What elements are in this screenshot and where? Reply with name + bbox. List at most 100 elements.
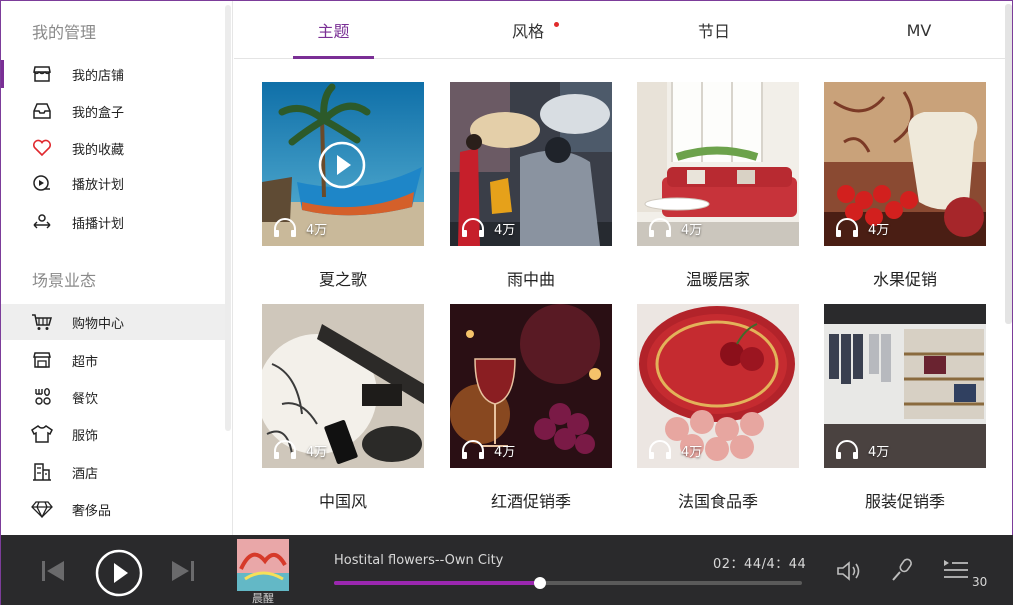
card-thumbnail: 4万 xyxy=(450,82,612,246)
sidebar-item-label: 我的店铺 xyxy=(72,68,125,84)
tab-theme[interactable]: 主题 xyxy=(293,1,374,59)
headphones-icon xyxy=(274,218,296,237)
sidebar-item-label: 我的盒子 xyxy=(72,105,125,121)
card-thumbnail: 4万 xyxy=(824,304,986,468)
sidebar-item-label: 餐饮 xyxy=(72,391,99,407)
tab-holiday[interactable]: 节日 xyxy=(674,1,754,59)
headphones-icon xyxy=(462,218,484,237)
playlist-card[interactable]: 4万 夏之歌 xyxy=(262,82,424,289)
sidebar-item-favorites[interactable]: 我的收藏 xyxy=(1,130,231,166)
album-label: 晨醒 xyxy=(252,592,274,605)
card-thumbnail: 4万 xyxy=(450,304,612,468)
card-title: 服装促销季 xyxy=(864,492,945,511)
cutlery-icon xyxy=(31,387,53,407)
headphones-icon xyxy=(649,218,671,237)
inbox-icon xyxy=(31,101,53,121)
listen-count: 4万 xyxy=(460,440,515,460)
sidebar-item-label: 我的收藏 xyxy=(72,142,125,158)
progress-fill xyxy=(334,581,540,585)
supermarket-icon xyxy=(31,350,53,370)
play-button[interactable] xyxy=(95,549,143,597)
sidebar-item-apparel[interactable]: 服饰 xyxy=(1,416,231,452)
notification-dot xyxy=(554,22,559,27)
sidebar-item-label: 超市 xyxy=(72,354,99,370)
playlist-card[interactable]: 4万 服装促销季 xyxy=(824,304,986,511)
play-schedule-icon xyxy=(31,173,53,193)
cart-icon xyxy=(31,312,53,332)
sidebar-item-label: 酒店 xyxy=(72,466,99,482)
store-icon xyxy=(31,64,53,84)
tab-mv[interactable]: MV xyxy=(879,1,959,59)
player-bar: 晨醒 Hostital flowers--Own City 02：44/4：44… xyxy=(1,535,1013,605)
playlist-card[interactable]: 4万 雨中曲 xyxy=(450,82,612,289)
tab-style[interactable]: 风格 xyxy=(488,1,568,59)
microphone-button[interactable] xyxy=(887,555,917,585)
diamond-icon xyxy=(31,499,53,519)
card-title: 温暖居家 xyxy=(685,270,750,289)
sidebar-scrollbar[interactable] xyxy=(225,5,231,431)
playback-time: 02：44/4：44 xyxy=(713,557,807,572)
sidebar-item-my-store[interactable]: 我的店铺 xyxy=(1,56,231,92)
album-art[interactable] xyxy=(237,539,289,591)
playlist-card[interactable]: 4万 温暖居家 xyxy=(637,82,799,289)
card-title: 中国风 xyxy=(318,492,367,511)
sidebar-item-luxury[interactable]: 奢侈品 xyxy=(1,491,231,527)
headphones-icon xyxy=(649,440,671,459)
listen-count: 4万 xyxy=(272,218,327,238)
song-title: Hostital flowers--Own City xyxy=(334,553,504,568)
card-thumbnail: 4万 xyxy=(262,82,424,246)
sidebar-item-label: 播放计划 xyxy=(72,177,125,193)
listen-count: 4万 xyxy=(834,218,889,238)
sidebar-item-play-schedule[interactable]: 播放计划 xyxy=(1,165,231,201)
listen-count: 4万 xyxy=(834,440,889,460)
sidebar-item-supermarket[interactable]: 超市 xyxy=(1,342,231,378)
headphones-icon xyxy=(274,440,296,459)
sidebar-item-interstitial-schedule[interactable]: 插播计划 xyxy=(1,204,231,240)
next-button[interactable] xyxy=(169,557,197,585)
listen-count: 4万 xyxy=(647,218,702,238)
interstitial-icon xyxy=(31,212,53,232)
sidebar-item-label: 服饰 xyxy=(72,428,99,444)
volume-button[interactable] xyxy=(834,557,864,585)
listen-count: 4万 xyxy=(647,440,702,460)
sidebar-item-dining[interactable]: 餐饮 xyxy=(1,379,231,415)
previous-button[interactable] xyxy=(39,557,67,585)
card-title: 夏之歌 xyxy=(318,270,367,289)
listen-count: 4万 xyxy=(460,218,515,238)
shirt-icon xyxy=(31,424,53,444)
playlist-card[interactable]: 4万 水果促销 xyxy=(824,82,986,289)
sidebar-item-shopping-mall[interactable]: 购物中心 xyxy=(1,304,231,340)
tab-bar: 主题 风格 节日 MV xyxy=(234,1,1006,59)
sidebar-item-label: 插播计划 xyxy=(72,216,125,232)
queue-count: 30 xyxy=(972,575,988,589)
playlist-card[interactable]: 4万 法国食品季 xyxy=(637,304,799,511)
volume-icon xyxy=(837,561,860,581)
headphones-icon xyxy=(836,218,858,237)
sidebar-item-my-box[interactable]: 我的盒子 xyxy=(1,93,231,129)
card-title: 水果促销 xyxy=(872,270,937,289)
headphones-icon xyxy=(462,440,484,459)
card-thumbnail: 4万 xyxy=(637,304,799,468)
tab-active-indicator xyxy=(293,56,374,59)
playlist-card[interactable]: 4万 中国风 xyxy=(262,304,424,511)
microphone-icon xyxy=(892,558,912,581)
playlist-queue-button[interactable] xyxy=(941,555,971,585)
playlist-icon xyxy=(944,560,968,578)
sidebar-item-label: 购物中心 xyxy=(72,316,125,332)
card-title: 雨中曲 xyxy=(506,270,555,289)
section-title-management: 我的管理 xyxy=(32,23,97,42)
sidebar-item-hotel[interactable]: 酒店 xyxy=(1,454,231,490)
card-thumbnail: 4万 xyxy=(637,82,799,246)
card-title: 法国食品季 xyxy=(677,492,758,511)
skip-previous-icon xyxy=(42,561,64,581)
listen-count: 4万 xyxy=(272,440,327,460)
progress-handle[interactable] xyxy=(533,577,546,589)
play-overlay-icon[interactable] xyxy=(318,141,366,189)
content-scrollbar[interactable] xyxy=(1005,4,1012,324)
skip-next-icon xyxy=(172,561,194,581)
section-title-scenes: 场景业态 xyxy=(32,271,97,290)
progress-bar[interactable] xyxy=(334,577,802,589)
playlist-card[interactable]: 4万 红酒促销季 xyxy=(450,304,612,511)
headphones-icon xyxy=(836,440,858,459)
sidebar-item-label: 奢侈品 xyxy=(72,503,112,519)
